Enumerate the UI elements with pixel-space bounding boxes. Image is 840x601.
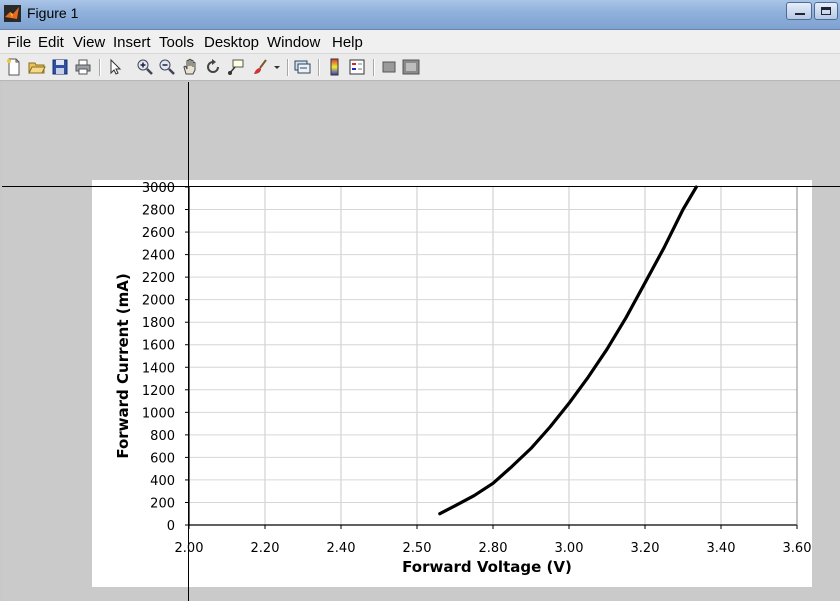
y-tick-label: 1000 — [142, 406, 175, 421]
y-tick-label: 1400 — [142, 361, 175, 376]
y-tick-label: 600 — [150, 451, 175, 466]
y-tick-label: 2400 — [142, 249, 175, 264]
y-tick-label: 3000 — [142, 181, 175, 196]
x-tick-label: 2.50 — [403, 541, 432, 556]
y-tick-label: 1200 — [142, 384, 175, 399]
y-tick-label: 0 — [167, 519, 175, 534]
x-tick-label: 2.20 — [251, 541, 280, 556]
x-tick-label: 2.80 — [479, 541, 508, 556]
y-tick-label: 400 — [150, 474, 175, 489]
led-iv-chart: 2.00 2.20 2.40 2.50 2.80 3.00 3.20 3.40 3.60 0 200… — [114, 181, 812, 576]
chart-tick-labels: 2.00 2.20 2.40 2.50 2.80 3.00 3.20 3.40 3.60 0 200… — [142, 181, 812, 556]
y-axis-title: Forward Current (mA) — [114, 273, 132, 458]
chart-axes — [185, 186, 798, 529]
y-tick-label: 2800 — [142, 204, 175, 219]
y-tick-label: 800 — [150, 429, 175, 444]
chart-series — [438, 185, 698, 516]
iv-curve-line — [438, 185, 698, 516]
crosshair-horizontal-line — [2, 186, 840, 187]
crosshair-vertical-line — [188, 82, 189, 601]
y-tick-label: 1600 — [142, 339, 175, 354]
x-tick-label: 2.40 — [327, 541, 356, 556]
y-tick-label: 2000 — [142, 294, 175, 309]
x-tick-label: 3.60 — [783, 541, 812, 556]
x-axis-title: Forward Voltage (V) — [402, 558, 572, 576]
x-tick-label: 3.40 — [707, 541, 736, 556]
y-tick-label: 1800 — [142, 316, 175, 331]
x-tick-label: 3.20 — [631, 541, 660, 556]
x-tick-label: 2.00 — [175, 541, 204, 556]
y-tick-label: 2200 — [142, 271, 175, 286]
y-tick-label: 2600 — [142, 226, 175, 241]
chart-grid — [189, 187, 797, 525]
x-tick-label: 3.00 — [555, 541, 584, 556]
y-tick-label: 200 — [150, 496, 175, 511]
